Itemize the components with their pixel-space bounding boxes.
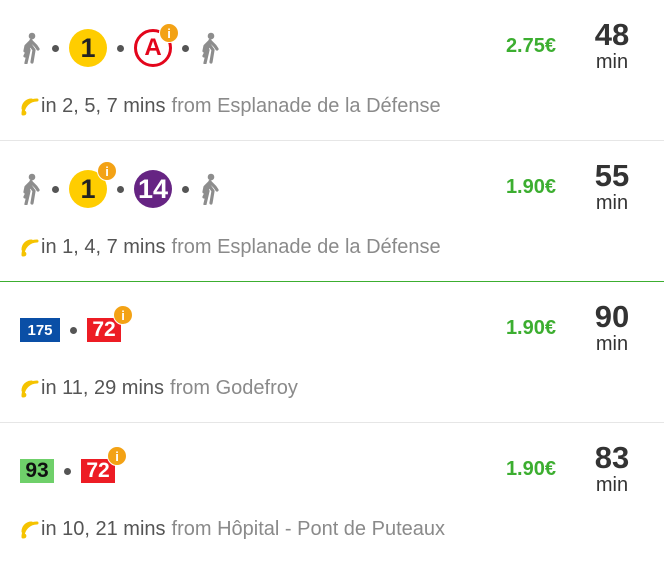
- duration-unit: min: [595, 192, 629, 214]
- info-alert-icon[interactable]: i: [97, 161, 117, 181]
- duration-value: 48: [594, 17, 630, 52]
- route-price: 1.90€: [505, 317, 556, 339]
- bus-line-badge: 93: [20, 459, 54, 483]
- route-card[interactable]: 1 Ai 2.75€ 48 min in 2, 5, 7 mins from Esplana…: [0, 0, 664, 140]
- line-number: 93: [25, 459, 49, 482]
- route-duration: 48 min: [582, 18, 642, 73]
- route-price: 1.90€: [505, 176, 556, 198]
- realtime-signal-icon: [20, 520, 41, 540]
- departure-times: in 11, 29 mins: [41, 377, 165, 399]
- metro-line-badge: 1i: [69, 161, 117, 208]
- leg-separator-dot: [182, 185, 189, 193]
- duration-value: 55: [594, 158, 630, 193]
- next-departures: in 11, 29 mins from Godefroy: [20, 377, 298, 400]
- duration-value: 90: [594, 299, 630, 334]
- walking-person-icon: [199, 172, 221, 206]
- departure-stop: from Esplanade de la Défense: [171, 236, 441, 258]
- duration-unit: min: [595, 51, 629, 73]
- info-alert-icon[interactable]: i: [107, 446, 127, 466]
- duration-unit: min: [595, 333, 629, 355]
- realtime-signal-icon: [20, 238, 41, 258]
- departure-stop: from Esplanade de la Défense: [171, 95, 441, 117]
- walking-person-icon: [199, 31, 221, 65]
- line-number: 72: [92, 318, 116, 341]
- leg-separator-dot: [117, 44, 124, 52]
- bus-line-badge: 175: [20, 318, 60, 342]
- leg-separator-dot: [182, 44, 189, 52]
- realtime-signal-icon: [20, 379, 41, 399]
- route-card[interactable]: 93 72 i 1.90€ 83 min in 10, 21 mins from Hôpita…: [0, 423, 664, 563]
- metro-line-badge: 14: [134, 170, 172, 208]
- departure-times: in 2, 5, 7 mins: [41, 95, 166, 117]
- departure-times: in 10, 21 mins: [41, 518, 166, 540]
- departure-times: in 1, 4, 7 mins: [41, 236, 166, 258]
- bus-line-badge: 72 i: [87, 305, 133, 342]
- leg-separator-dot: [52, 44, 59, 52]
- realtime-signal-icon: [20, 97, 41, 117]
- duration-unit: min: [595, 474, 629, 496]
- route-results-list: 1 Ai 2.75€ 48 min in 2, 5, 7 mins from Esplana…: [0, 0, 664, 563]
- rer-line-badge: Ai: [134, 23, 179, 67]
- duration-value: 83: [594, 440, 630, 475]
- leg-separator-dot: [52, 185, 59, 193]
- route-legs: 1 i 14: [20, 161, 221, 208]
- line-letter: A: [144, 34, 162, 61]
- route-duration: 90 min: [582, 300, 642, 355]
- line-number: 1: [80, 173, 96, 204]
- next-departures: in 10, 21 mins from Hôpital - Pont de Put…: [20, 518, 445, 541]
- route-price: 2.75€: [505, 35, 556, 57]
- info-alert-icon[interactable]: i: [113, 305, 133, 325]
- next-departures: in 2, 5, 7 mins from Esplanade de la Défe…: [20, 95, 441, 118]
- line-number: 1: [80, 32, 96, 63]
- walking-person-icon: [20, 31, 42, 65]
- route-price: 1.90€: [505, 458, 556, 480]
- bus-line-badge: 72 i: [81, 446, 127, 483]
- line-number: 175: [27, 321, 53, 339]
- metro-line-badge: 1: [69, 29, 107, 67]
- leg-separator-dot: [117, 185, 124, 193]
- next-departures: in 1, 4, 7 mins from Esplanade de la Défe…: [20, 236, 441, 259]
- route-duration: 55 min: [582, 159, 642, 214]
- route-card[interactable]: 175 72 i 1.90€ 90 min in 11, 29 mins from Godef…: [0, 282, 664, 422]
- line-number: 72: [86, 459, 110, 482]
- route-duration: 83 min: [582, 441, 642, 496]
- line-number: 14: [137, 173, 169, 204]
- leg-separator-dot: [70, 326, 77, 334]
- route-legs: 1 Ai: [20, 23, 221, 67]
- info-alert-icon[interactable]: i: [159, 23, 179, 43]
- route-card[interactable]: 1 i 14 1.90€ 55 min in 1, 4, 7 mins from Esplan…: [0, 141, 664, 281]
- departure-stop: from Hôpital - Pont de Puteaux: [171, 518, 445, 540]
- route-legs: 175 72 i: [20, 305, 133, 348]
- leg-separator-dot: [64, 467, 71, 475]
- departure-stop: from Godefroy: [170, 377, 298, 399]
- route-legs: 93 72 i: [20, 446, 127, 489]
- walking-person-icon: [20, 172, 42, 206]
